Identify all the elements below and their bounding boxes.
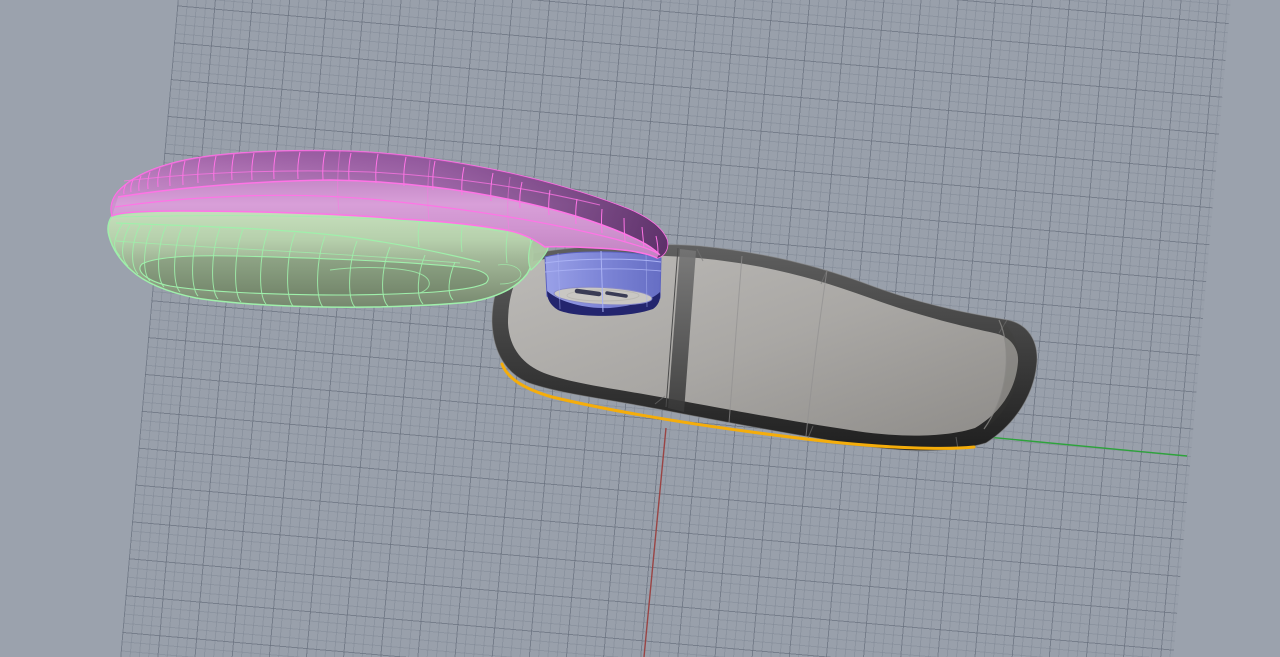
green-axis-line xyxy=(966,435,1187,456)
cylinder-boss-part[interactable] xyxy=(545,251,661,316)
axis-lines xyxy=(644,428,1187,657)
red-axis-line xyxy=(644,428,666,657)
viewport-3d[interactable] xyxy=(0,0,1280,657)
model-scene[interactable] xyxy=(0,0,1280,657)
